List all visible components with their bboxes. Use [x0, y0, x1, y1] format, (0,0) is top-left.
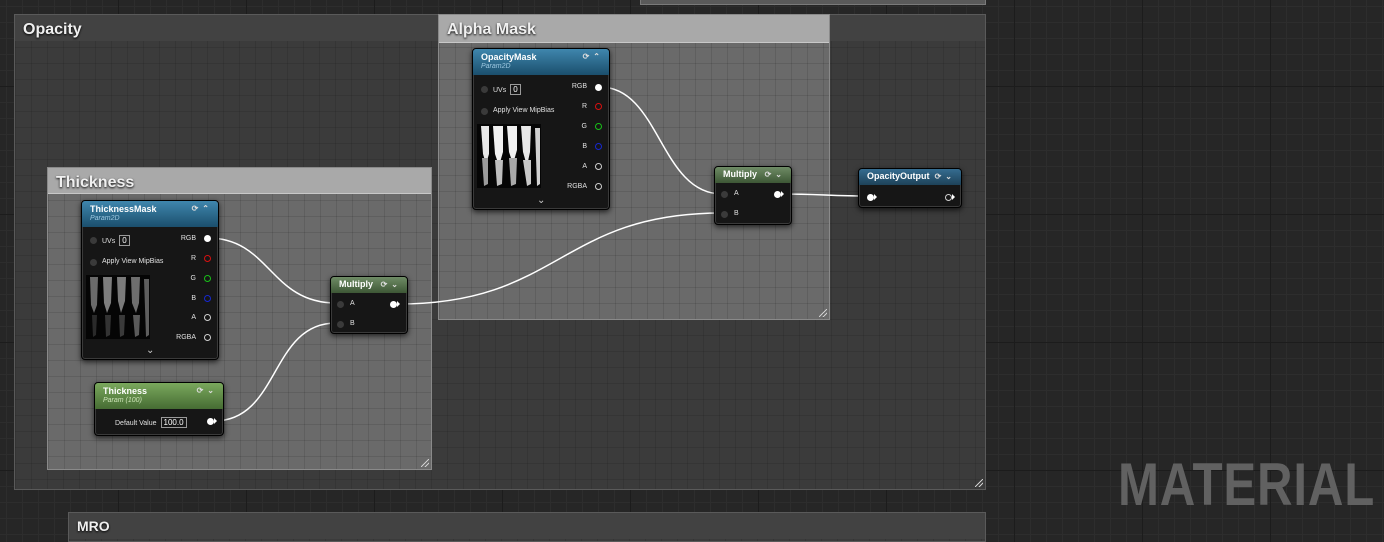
default-value-label: Default Value	[115, 420, 157, 427]
opacity-mask-node[interactable]: OpacityMask Param2D ⟳⌃ UVs 0 Apply View M…	[472, 48, 610, 210]
material-watermark: MATERIAL	[1118, 451, 1376, 518]
multiply-node-1[interactable]: Multiply ⟳⌄ A B	[330, 276, 408, 334]
options-icon[interactable]: ⟳⌄	[381, 280, 402, 289]
output-pin-r[interactable]	[595, 103, 602, 110]
output-label-g: G	[190, 275, 196, 282]
uvs-value[interactable]: 0	[510, 84, 521, 95]
node-title: OpacityMask	[481, 52, 537, 62]
options-icon[interactable]: ⟳⌄	[935, 172, 956, 181]
comment-title-thickness[interactable]: Thickness	[48, 168, 431, 194]
uvs-label: UVs	[102, 238, 116, 245]
output-label-rgb: RGB	[571, 83, 587, 90]
node-header[interactable]: Multiply ⟳⌄	[331, 277, 407, 293]
resize-handle[interactable]	[819, 309, 827, 317]
options-icon[interactable]: ⟳⌃	[192, 204, 213, 213]
output-arrow-icon	[214, 418, 217, 424]
output-pin-rgba[interactable]	[595, 183, 602, 190]
output-pin-rgb[interactable]	[595, 84, 602, 91]
uvs-field[interactable]: UVs 0	[493, 84, 521, 95]
resize-handle[interactable]	[975, 479, 983, 487]
output-pin-r[interactable]	[204, 255, 211, 262]
output-label-rgb: RGB	[180, 235, 196, 242]
uvs-value[interactable]: 0	[119, 235, 130, 246]
node-subtitle: Param (100)	[103, 397, 142, 404]
comment-title-alpha-mask[interactable]: Alpha Mask	[439, 15, 829, 43]
input-arrow-icon	[874, 194, 877, 200]
node-header[interactable]: OpacityOutput ⟳⌄	[859, 169, 961, 185]
node-subtitle: Param2D	[481, 63, 511, 70]
output-label-a: A	[582, 163, 587, 170]
output-label-r: R	[190, 255, 196, 262]
output-pin-b[interactable]	[204, 295, 211, 302]
comment-box-mro[interactable]: MRO	[68, 512, 986, 542]
output-label-a: A	[191, 314, 196, 321]
mip-bias-label: Apply View MipBias	[493, 107, 555, 114]
input-pin-b[interactable]	[337, 321, 344, 328]
node-title: Multiply	[339, 279, 373, 289]
thickness-mask-node[interactable]: ThicknessMask Param2D ⟳⌃ UVs 0 Apply View…	[81, 200, 219, 360]
texture-preview	[477, 124, 541, 188]
output-pin-g[interactable]	[595, 123, 602, 130]
node-header[interactable]: ThicknessMask Param2D ⟳⌃	[82, 201, 218, 227]
node-header[interactable]: OpacityMask Param2D ⟳⌃	[473, 49, 609, 75]
output-label-rgba: RGBA	[176, 334, 196, 341]
input-pin-a[interactable]	[721, 191, 728, 198]
node-header[interactable]: Multiply ⟳⌄	[715, 167, 791, 183]
input-pin-a[interactable]	[337, 301, 344, 308]
opacity-output-node[interactable]: OpacityOutput ⟳⌄	[858, 168, 962, 208]
output-label-rgba: RGBA	[567, 183, 587, 190]
input-pin-b[interactable]	[721, 211, 728, 218]
texture-preview-image	[86, 275, 150, 339]
output-label-b: B	[191, 295, 196, 302]
options-icon[interactable]: ⟳⌃	[583, 52, 604, 61]
chevron-down-icon[interactable]: ⌄	[146, 345, 154, 356]
output-pin-b[interactable]	[595, 143, 602, 150]
resize-handle[interactable]	[421, 459, 429, 467]
thickness-param-node[interactable]: Thickness Param (100) ⟳⌄ Default Value 10…	[94, 382, 224, 436]
default-value-field[interactable]: Default Value 100.0	[115, 417, 187, 428]
output-pin[interactable]	[390, 301, 397, 308]
output-label-g: G	[581, 123, 587, 130]
input-pin[interactable]	[867, 194, 874, 201]
node-title: ThicknessMask	[90, 204, 157, 214]
uvs-pin[interactable]	[481, 86, 488, 93]
mip-bias-pin[interactable]	[481, 108, 488, 115]
input-label-a: A	[350, 300, 355, 307]
output-arrow-icon	[952, 194, 955, 200]
output-pin-a[interactable]	[595, 163, 602, 170]
uvs-label: UVs	[493, 87, 507, 94]
input-label-b: B	[350, 320, 355, 327]
texture-preview	[86, 275, 150, 339]
options-icon[interactable]: ⟳⌄	[197, 386, 218, 395]
output-pin-rgba[interactable]	[204, 334, 211, 341]
output-label-r: R	[581, 103, 587, 110]
node-subtitle: Param2D	[90, 215, 120, 222]
output-label-b: B	[582, 143, 587, 150]
input-label-a: A	[734, 190, 739, 197]
node-title: Thickness	[103, 386, 148, 396]
output-pin[interactable]	[945, 194, 952, 201]
input-label-b: B	[734, 210, 739, 217]
node-title: Multiply	[723, 169, 757, 179]
node-title: OpacityOutput	[867, 171, 930, 181]
uvs-pin[interactable]	[90, 237, 97, 244]
output-pin[interactable]	[207, 418, 214, 425]
default-value-input[interactable]: 100.0	[160, 417, 187, 428]
output-pin-rgb[interactable]	[204, 235, 211, 242]
chevron-down-icon[interactable]: ⌄	[537, 195, 545, 206]
comment-box-edge	[640, 0, 986, 5]
output-pin-a[interactable]	[204, 314, 211, 321]
output-pin[interactable]	[774, 191, 781, 198]
options-icon[interactable]: ⟳⌄	[765, 170, 786, 179]
output-pin-g[interactable]	[204, 275, 211, 282]
output-arrow-icon	[781, 191, 784, 197]
node-header[interactable]: Thickness Param (100) ⟳⌄	[95, 383, 223, 409]
uvs-field[interactable]: UVs 0	[102, 235, 130, 246]
output-arrow-icon	[397, 301, 400, 307]
texture-preview-image	[477, 124, 541, 188]
comment-title-mro[interactable]: MRO	[69, 513, 985, 539]
multiply-node-2[interactable]: Multiply ⟳⌄ A B	[714, 166, 792, 225]
mip-bias-pin[interactable]	[90, 259, 97, 266]
mip-bias-label: Apply View MipBias	[102, 258, 164, 265]
